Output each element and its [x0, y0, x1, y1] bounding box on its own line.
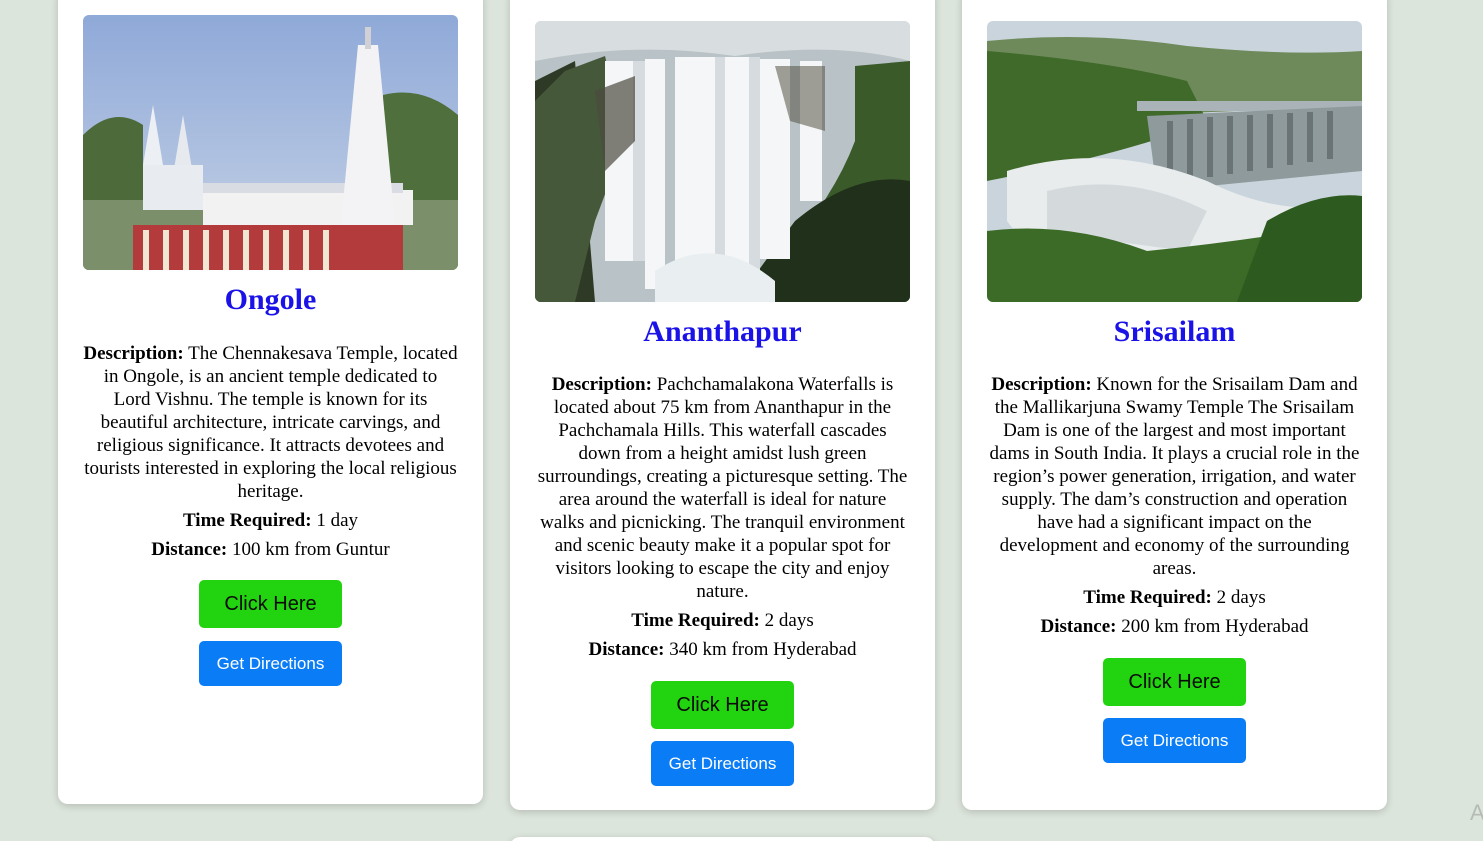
distance: Distance: 100 km from Guntur	[83, 538, 458, 561]
distance-label: Distance:	[588, 639, 665, 660]
get-directions-button[interactable]: Get Directions	[651, 741, 794, 786]
description-text: The Chennakesava Temple, located in Ongo…	[84, 343, 458, 502]
distance-label: Distance:	[1040, 616, 1117, 637]
place-image	[987, 21, 1362, 302]
place-title: Srisailam	[1113, 315, 1236, 348]
description: Description: Pachchamalakona Waterfalls …	[535, 373, 910, 603]
distance-value: 100 km from Guntur	[231, 539, 390, 560]
description: Description: Known for the Srisailam Dam…	[987, 373, 1362, 580]
time-required: Time Required: 2 days	[535, 609, 910, 632]
description-label: Description:	[991, 374, 1092, 395]
time-label: Time Required:	[1083, 587, 1212, 608]
dam-photo	[987, 21, 1362, 302]
time-label: Time Required:	[631, 610, 760, 631]
distance-value: 340 km from Hyderabad	[669, 639, 857, 660]
place-card-next	[510, 837, 935, 841]
get-directions-button[interactable]: Get Directions	[1103, 718, 1246, 763]
place-title: Ananthapur	[643, 315, 802, 348]
description-label: Description:	[551, 374, 652, 395]
place-image	[535, 21, 910, 302]
place-card-ananthapur: Ananthapur Description: Pachchamalakona …	[510, 0, 935, 810]
description-label: Description:	[83, 343, 184, 364]
place-info: Description: Pachchamalakona Waterfalls …	[535, 373, 910, 667]
distance: Distance: 340 km from Hyderabad	[535, 638, 910, 661]
place-title: Ongole	[224, 283, 317, 316]
place-info: Description: Known for the Srisailam Dam…	[987, 373, 1362, 644]
click-here-button[interactable]: Click Here	[651, 681, 794, 729]
get-directions-button[interactable]: Get Directions	[199, 641, 342, 686]
description-text: Pachchamalakona Waterfalls is located ab…	[537, 374, 908, 602]
time-required: Time Required: 2 days	[987, 586, 1362, 609]
place-card-srisailam: Srisailam Description: Known for the Sri…	[962, 0, 1387, 810]
time-label: Time Required:	[182, 510, 312, 531]
distance-value: 200 km from Hyderabad	[1121, 616, 1309, 637]
time-value: 2 days	[1216, 587, 1266, 608]
place-info: Description: The Chennakesava Temple, lo…	[83, 342, 458, 567]
description-text: Known for the Srisailam Dam and the Mall…	[989, 374, 1360, 579]
click-here-button[interactable]: Click Here	[1103, 658, 1246, 706]
waterfall-photo	[535, 21, 910, 302]
place-card-ongole: Ongole Description: The Chennakesava Tem…	[58, 0, 483, 804]
distance: Distance: 200 km from Hyderabad	[987, 615, 1362, 638]
time-value: 1 day	[316, 510, 359, 531]
distance-label: Distance:	[151, 539, 228, 560]
page: Ongole Description: The Chennakesava Tem…	[0, 0, 1483, 841]
place-image	[83, 15, 458, 270]
temple-photo	[83, 15, 458, 270]
time-required: Time Required: 1 day	[83, 509, 458, 532]
description: Description: The Chennakesava Temple, lo…	[83, 342, 458, 503]
corner-glyph: A	[1470, 800, 1483, 825]
click-here-button[interactable]: Click Here	[199, 580, 342, 628]
time-value: 2 days	[764, 610, 814, 631]
